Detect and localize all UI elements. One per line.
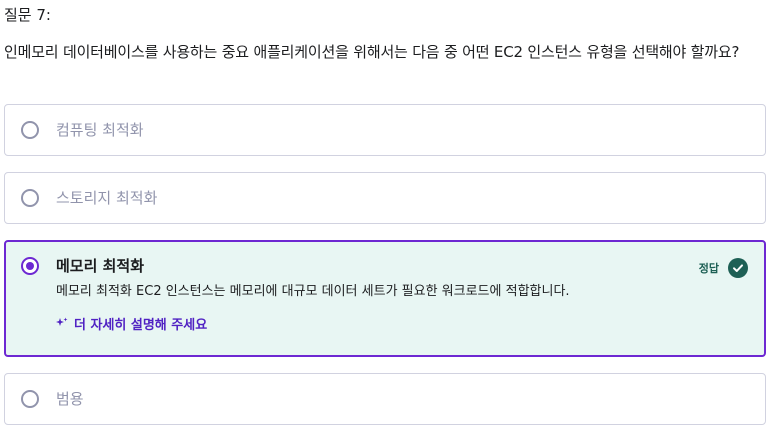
radio-button[interactable] xyxy=(21,189,39,207)
answer-option-label: 스토리지 최적화 xyxy=(56,189,158,207)
ai-sparkle-icon xyxy=(56,316,70,336)
answer-option-label: 컴퓨팅 최적화 xyxy=(56,121,144,139)
question-text: 인메모리 데이터베이스를 사용하는 중요 애플리케이션을 위해서는 다음 중 어… xyxy=(4,43,740,61)
correct-badge: 정답 xyxy=(699,257,748,279)
question-number: 질문 7: xyxy=(4,6,51,24)
explain-more-label: 더 자세히 설명해 주세요 xyxy=(74,318,208,333)
radio-button[interactable] xyxy=(21,390,39,408)
answer-option-label: 범용 xyxy=(56,390,84,408)
answer-option-memory-optimized[interactable]: 메모리 최적화 정답 메모리 최적화 EC2 인스턴스는 메모리에 대규모 데이… xyxy=(4,240,766,357)
correct-label: 정답 xyxy=(698,262,719,275)
answer-option-general-purpose[interactable]: 범용 xyxy=(4,373,766,425)
radio-button[interactable] xyxy=(21,121,39,139)
answer-option-compute-optimized[interactable]: 컴퓨팅 최적화 xyxy=(4,104,766,156)
quiz-question-panel: 질문 7: 인메모리 데이터베이스를 사용하는 중요 애플리케이션을 위해서는 … xyxy=(0,0,772,430)
answer-explanation: 메모리 최적화 EC2 인스턴스는 메모리에 대규모 데이터 세트가 필요한 워… xyxy=(56,284,570,299)
explain-more-link[interactable]: 더 자세히 설명해 주세요 xyxy=(56,316,207,336)
answer-option-label: 메모리 최적화 xyxy=(56,257,145,275)
check-circle-icon xyxy=(728,258,748,278)
radio-selected-dot xyxy=(26,262,34,270)
answer-option-storage-optimized[interactable]: 스토리지 최적화 xyxy=(4,172,766,224)
radio-button-selected[interactable] xyxy=(21,257,39,275)
